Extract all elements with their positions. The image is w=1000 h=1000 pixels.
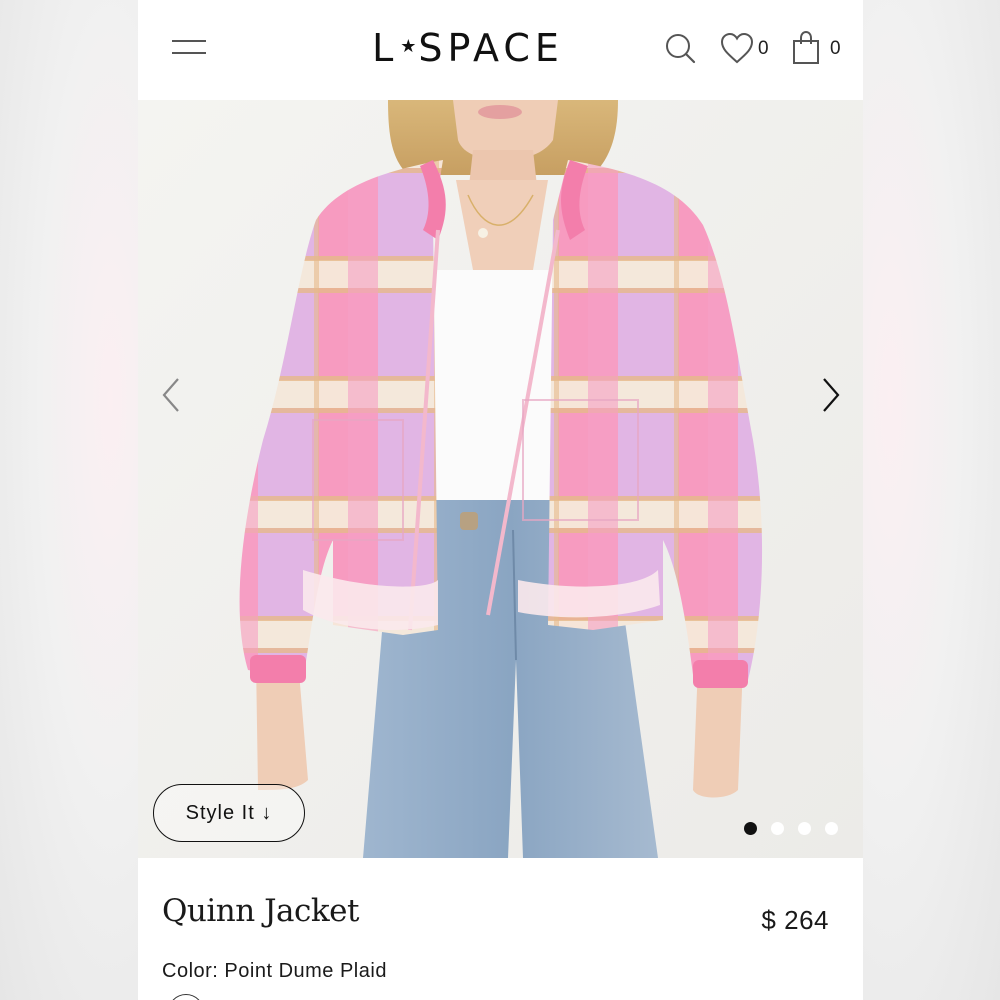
shopping-bag-icon[interactable] — [792, 30, 820, 66]
product-image-carousel[interactable]: Style It ↓ — [138, 100, 863, 858]
color-value: Point Dume Plaid — [224, 960, 387, 982]
color-label: Color: — [162, 960, 219, 982]
left-backdrop — [0, 0, 138, 1000]
heart-icon[interactable] — [720, 30, 754, 66]
site-header: L ★ SPACE 0 0 — [138, 0, 863, 100]
wishlist-count: 0 — [758, 38, 769, 59]
next-image-arrow-icon[interactable] — [814, 375, 844, 415]
color-swatch[interactable] — [168, 994, 204, 1000]
product-page: L ★ SPACE 0 0 Style It ↓ Quinn Jacket $ … — [138, 0, 863, 1000]
logo-star: ★ — [400, 35, 417, 57]
cart-count: 0 — [830, 38, 841, 59]
carousel-dot[interactable] — [825, 822, 838, 835]
carousel-dot[interactable] — [771, 822, 784, 835]
carousel-dot[interactable] — [744, 822, 757, 835]
search-icon[interactable] — [665, 30, 697, 66]
selected-color: Color: Point Dume Plaid — [162, 960, 387, 983]
product-title: Quinn Jacket — [162, 893, 359, 929]
right-backdrop — [863, 0, 1000, 1000]
menu-icon[interactable] — [172, 38, 206, 58]
carousel-dot[interactable] — [798, 822, 811, 835]
product-price: $ 264 — [761, 905, 829, 935]
logo-letter: L — [372, 26, 399, 70]
previous-image-arrow-icon[interactable] — [158, 375, 188, 415]
logo-word: SPACE — [418, 26, 564, 70]
carousel-pagination — [744, 822, 838, 835]
brand-logo[interactable]: L ★ SPACE — [362, 26, 574, 70]
product-photo — [138, 100, 863, 858]
style-it-button[interactable]: Style It ↓ — [153, 784, 305, 842]
